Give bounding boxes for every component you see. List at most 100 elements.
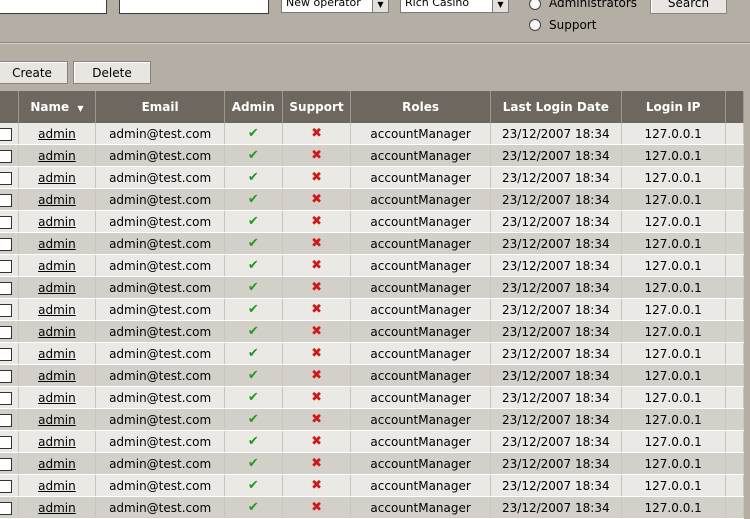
check-icon: ✔ bbox=[247, 324, 259, 339]
admin-cell: ✔ bbox=[224, 210, 283, 233]
support-cell: ✖ bbox=[282, 320, 352, 343]
name-cell: admin bbox=[18, 123, 97, 145]
header-roles[interactable]: Roles bbox=[350, 91, 491, 123]
check-icon: ✔ bbox=[247, 302, 259, 317]
radio-administrators[interactable] bbox=[529, 0, 541, 10]
user-name-link[interactable]: admin bbox=[38, 149, 76, 163]
cross-icon: ✖ bbox=[311, 126, 322, 141]
operator-select[interactable]: New operator ▼ bbox=[281, 0, 389, 13]
row-checkbox[interactable] bbox=[0, 237, 13, 251]
email-cell: admin@test.com bbox=[95, 298, 225, 321]
header-last-login[interactable]: Last Login Date bbox=[490, 91, 622, 123]
name-cell: admin bbox=[18, 364, 97, 387]
user-name-link[interactable]: admin bbox=[38, 325, 76, 339]
name-cell: admin bbox=[18, 474, 97, 497]
login-ip-cell: 127.0.0.1 bbox=[621, 320, 726, 343]
login-ip-cell: 127.0.0.1 bbox=[621, 210, 726, 233]
row-checkbox[interactable] bbox=[0, 303, 13, 317]
row-checkbox[interactable] bbox=[0, 281, 13, 295]
user-name-link[interactable]: admin bbox=[38, 127, 76, 141]
user-name-link[interactable]: admin bbox=[38, 215, 76, 229]
user-name-link[interactable]: admin bbox=[38, 193, 76, 207]
chevron-down-icon[interactable]: ▼ bbox=[492, 0, 508, 12]
table-row[interactable]: admin admin@test.com ✔ ✖ accountManager 23/12… bbox=[0, 364, 745, 387]
user-name-link[interactable]: admin bbox=[38, 413, 76, 427]
row-checkbox[interactable] bbox=[0, 435, 13, 449]
row-checkbox[interactable] bbox=[0, 479, 13, 493]
check-icon: ✔ bbox=[247, 368, 259, 383]
table-row[interactable]: admin admin@test.com ✔ ✖ accountManager 23/12… bbox=[0, 452, 745, 475]
roles-cell: accountManager bbox=[350, 123, 491, 145]
filter-text-input-1[interactable] bbox=[0, 0, 107, 14]
row-checkbox[interactable] bbox=[0, 193, 13, 207]
check-icon: ✔ bbox=[247, 500, 259, 515]
table-row[interactable]: admin admin@test.com ✔ ✖ accountManager 23/12… bbox=[0, 188, 745, 211]
table-row[interactable]: admin admin@test.com ✔ ✖ accountManager 23/12… bbox=[0, 210, 745, 233]
row-checkbox[interactable] bbox=[0, 325, 13, 339]
user-name-link[interactable]: admin bbox=[38, 479, 76, 493]
header-support[interactable]: Support bbox=[282, 91, 352, 123]
row-checkbox[interactable] bbox=[0, 149, 13, 163]
last-login-cell: 23/12/2007 18:34 bbox=[490, 144, 622, 167]
header-email[interactable]: Email bbox=[95, 91, 225, 123]
header-login-ip[interactable]: Login IP bbox=[621, 91, 726, 123]
radio-support[interactable] bbox=[529, 19, 541, 31]
name-cell: admin bbox=[18, 298, 97, 321]
table-row[interactable]: admin admin@test.com ✔ ✖ accountManager 23/12… bbox=[0, 342, 745, 365]
table-row[interactable]: admin admin@test.com ✔ ✖ accountManager 23/12… bbox=[0, 276, 745, 299]
row-checkbox[interactable] bbox=[0, 369, 13, 383]
row-checkbox[interactable] bbox=[0, 347, 13, 361]
filter-text-input-2[interactable] bbox=[119, 0, 269, 14]
admin-cell: ✔ bbox=[224, 386, 283, 409]
create-button[interactable]: Create bbox=[0, 61, 68, 84]
name-cell: admin bbox=[18, 188, 97, 211]
email-cell: admin@test.com bbox=[95, 166, 225, 189]
support-cell: ✖ bbox=[282, 342, 352, 365]
table-row[interactable]: admin admin@test.com ✔ ✖ accountManager 23/12… bbox=[0, 232, 745, 255]
login-ip-cell: 127.0.0.1 bbox=[621, 276, 726, 299]
row-checkbox[interactable] bbox=[0, 391, 13, 405]
user-name-link[interactable]: admin bbox=[38, 501, 76, 515]
user-name-link[interactable]: admin bbox=[38, 237, 76, 251]
table-row[interactable]: admin admin@test.com ✔ ✖ accountManager 23/12… bbox=[0, 166, 745, 189]
row-checkbox[interactable] bbox=[0, 171, 13, 185]
search-button[interactable]: Search bbox=[650, 0, 727, 14]
row-checkbox[interactable] bbox=[0, 457, 13, 471]
extra-cell bbox=[725, 298, 745, 321]
user-name-link[interactable]: admin bbox=[38, 347, 76, 361]
extra-cell bbox=[725, 452, 745, 475]
support-cell: ✖ bbox=[282, 474, 352, 497]
table-row[interactable]: admin admin@test.com ✔ ✖ accountManager 23/12… bbox=[0, 298, 745, 321]
login-ip-cell: 127.0.0.1 bbox=[621, 430, 726, 453]
table-row[interactable]: admin admin@test.com ✔ ✖ accountManager 23/12… bbox=[0, 320, 745, 343]
support-cell: ✖ bbox=[282, 452, 352, 475]
table-row[interactable]: admin admin@test.com ✔ ✖ accountManager 23/12… bbox=[0, 474, 745, 497]
delete-button[interactable]: Delete bbox=[73, 61, 151, 84]
check-icon: ✔ bbox=[247, 170, 259, 185]
row-checkbox[interactable] bbox=[0, 215, 13, 229]
row-checkbox[interactable] bbox=[0, 413, 13, 427]
user-name-link[interactable]: admin bbox=[38, 281, 76, 295]
row-checkbox[interactable] bbox=[0, 501, 13, 515]
user-name-link[interactable]: admin bbox=[38, 457, 76, 471]
table-row[interactable]: admin admin@test.com ✔ ✖ accountManager 23/12… bbox=[0, 144, 745, 167]
chevron-down-icon[interactable]: ▼ bbox=[372, 0, 388, 12]
user-name-link[interactable]: admin bbox=[38, 369, 76, 383]
user-name-link[interactable]: admin bbox=[38, 259, 76, 273]
table-row[interactable]: admin admin@test.com ✔ ✖ accountManager 23/12… bbox=[0, 123, 745, 145]
login-ip-cell: 127.0.0.1 bbox=[621, 298, 726, 321]
user-name-link[interactable]: admin bbox=[38, 435, 76, 449]
table-row[interactable]: admin admin@test.com ✔ ✖ accountManager 23/12… bbox=[0, 254, 745, 277]
header-name[interactable]: Name ▼ bbox=[18, 91, 97, 123]
casino-select[interactable]: Rich Casino ▼ bbox=[400, 0, 509, 13]
row-checkbox[interactable] bbox=[0, 127, 13, 141]
header-admin[interactable]: Admin bbox=[224, 91, 283, 123]
row-checkbox[interactable] bbox=[0, 259, 13, 273]
user-name-link[interactable]: admin bbox=[38, 303, 76, 317]
table-row[interactable]: admin admin@test.com ✔ ✖ accountManager 23/12… bbox=[0, 430, 745, 453]
user-name-link[interactable]: admin bbox=[38, 391, 76, 405]
table-row[interactable]: admin admin@test.com ✔ ✖ accountManager 23/12… bbox=[0, 408, 745, 431]
table-row[interactable]: admin admin@test.com ✔ ✖ accountManager 23/12… bbox=[0, 386, 745, 409]
user-name-link[interactable]: admin bbox=[38, 171, 76, 185]
roles-cell: accountManager bbox=[350, 166, 491, 189]
